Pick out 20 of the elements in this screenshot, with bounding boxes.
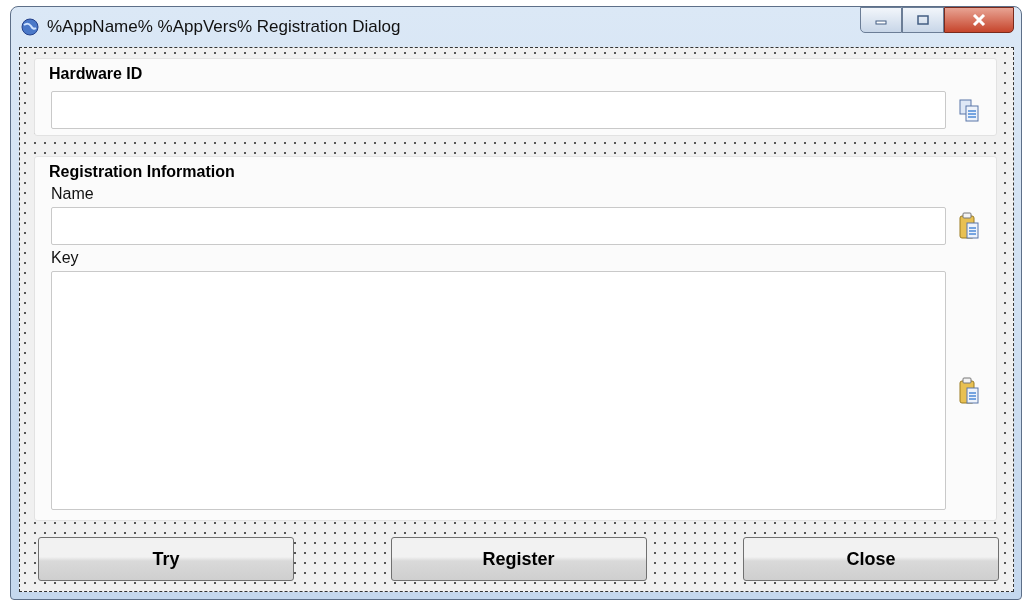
copy-icon[interactable] [958, 98, 980, 122]
key-field[interactable] [51, 271, 946, 510]
window-title: %AppName% %AppVers% Registration Dialog [47, 17, 401, 37]
name-field[interactable] [51, 207, 946, 245]
maximize-icon [917, 15, 929, 25]
close-button[interactable] [944, 7, 1014, 33]
dialog-button[interactable]: Register [390, 537, 647, 581]
globe-icon [21, 18, 39, 36]
close-icon [972, 14, 986, 26]
dialog-button[interactable]: Try [38, 537, 294, 581]
maximize-button[interactable] [902, 7, 944, 33]
field-label: Name [51, 185, 95, 203]
field-label: Key [51, 249, 80, 267]
paste-icon[interactable] [958, 212, 980, 240]
group-title: Hardware ID [49, 65, 144, 83]
dialog-button[interactable]: Close [743, 537, 999, 581]
hardware-id-field[interactable] [51, 91, 946, 129]
minimize-button[interactable] [860, 7, 902, 33]
group-title: Registration Information [49, 163, 236, 181]
paste-icon[interactable] [958, 376, 980, 405]
